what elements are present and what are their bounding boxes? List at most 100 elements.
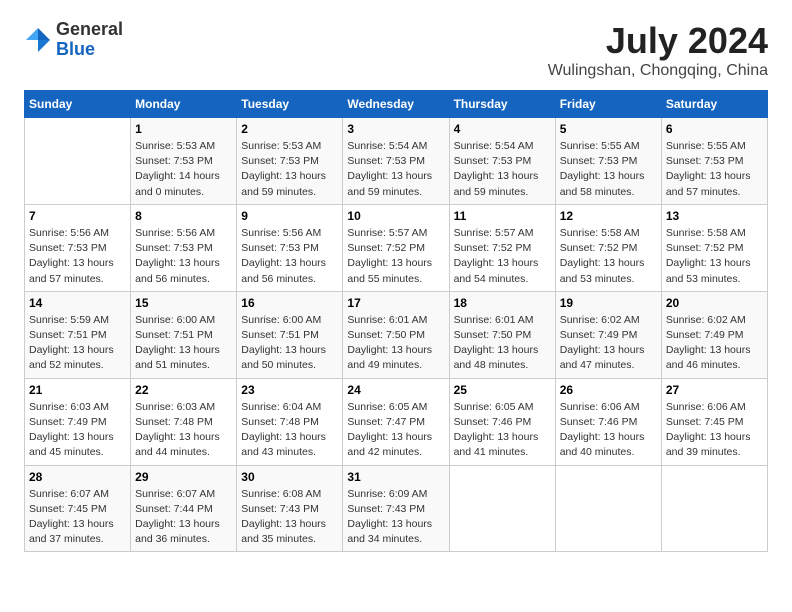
logo: General Blue (24, 20, 123, 60)
day-number: 29 (135, 470, 232, 484)
calendar-cell (25, 118, 131, 205)
day-info: Sunrise: 6:03 AM Sunset: 7:48 PM Dayligh… (135, 400, 232, 461)
calendar-cell: 11 Sunrise: 5:57 AM Sunset: 7:52 PM Dayli… (449, 204, 555, 291)
main-title: July 2024 (548, 20, 768, 62)
title-area: July 2024 Wulingshan, Chongqing, China (548, 20, 768, 80)
calendar-cell: 31Sunrise: 6:09 AM Sunset: 7:43 PM Dayli… (343, 465, 449, 552)
calendar-cell: 24 Sunrise: 6:05 AM Sunset: 7:47 PM Dayli… (343, 378, 449, 465)
day-number: 31 (347, 470, 444, 484)
week-row-4: 21 Sunrise: 6:03 AM Sunset: 7:49 PM Dayli… (25, 378, 768, 465)
day-info: Sunrise: 5:58 AM Sunset: 7:52 PM Dayligh… (666, 226, 763, 287)
day-info: Sunrise: 5:53 AM Sunset: 7:53 PM Dayligh… (241, 139, 338, 200)
day-number: 19 (560, 296, 657, 310)
day-info: Sunrise: 6:07 AM Sunset: 7:44 PM Dayligh… (135, 487, 232, 548)
calendar-table: SundayMondayTuesdayWednesdayThursdayFrid… (24, 90, 768, 552)
day-number: 21 (29, 383, 126, 397)
day-number: 13 (666, 209, 763, 223)
calendar-cell: 8 Sunrise: 5:56 AM Sunset: 7:53 PM Daylig… (131, 204, 237, 291)
header-friday: Friday (555, 91, 661, 118)
day-info: Sunrise: 6:06 AM Sunset: 7:45 PM Dayligh… (666, 400, 763, 461)
day-number: 24 (347, 383, 444, 397)
calendar-cell: 23 Sunrise: 6:04 AM Sunset: 7:48 PM Dayli… (237, 378, 343, 465)
week-row-5: 28 Sunrise: 6:07 AM Sunset: 7:45 PM Dayli… (25, 465, 768, 552)
calendar-cell: 12Sunrise: 5:58 AM Sunset: 7:52 PM Dayli… (555, 204, 661, 291)
calendar-cell (449, 465, 555, 552)
header-monday: Monday (131, 91, 237, 118)
header-tuesday: Tuesday (237, 91, 343, 118)
day-number: 4 (454, 122, 551, 136)
day-number: 11 (454, 209, 551, 223)
calendar-cell: 1 Sunrise: 5:53 AM Sunset: 7:53 PM Daylig… (131, 118, 237, 205)
day-info: Sunrise: 6:01 AM Sunset: 7:50 PM Dayligh… (454, 313, 551, 374)
day-number: 26 (560, 383, 657, 397)
calendar-cell: 28 Sunrise: 6:07 AM Sunset: 7:45 PM Dayli… (25, 465, 131, 552)
calendar-cell: 14 Sunrise: 5:59 AM Sunset: 7:51 PM Dayli… (25, 291, 131, 378)
logo-text: General Blue (56, 20, 123, 60)
calendar-cell: 17Sunrise: 6:01 AM Sunset: 7:50 PM Dayli… (343, 291, 449, 378)
subtitle: Wulingshan, Chongqing, China (548, 62, 768, 80)
day-info: Sunrise: 6:05 AM Sunset: 7:47 PM Dayligh… (347, 400, 444, 461)
calendar-cell: 9 Sunrise: 5:56 AM Sunset: 7:53 PM Daylig… (237, 204, 343, 291)
calendar-cell (661, 465, 767, 552)
day-number: 6 (666, 122, 763, 136)
calendar-cell: 10Sunrise: 5:57 AM Sunset: 7:52 PM Dayli… (343, 204, 449, 291)
page-header: General Blue July 2024 Wulingshan, Chong… (24, 20, 768, 80)
day-number: 25 (454, 383, 551, 397)
day-info: Sunrise: 6:08 AM Sunset: 7:43 PM Dayligh… (241, 487, 338, 548)
day-number: 7 (29, 209, 126, 223)
day-info: Sunrise: 6:07 AM Sunset: 7:45 PM Dayligh… (29, 487, 126, 548)
day-number: 22 (135, 383, 232, 397)
day-number: 2 (241, 122, 338, 136)
calendar-cell: 5 Sunrise: 5:55 AM Sunset: 7:53 PM Daylig… (555, 118, 661, 205)
day-number: 20 (666, 296, 763, 310)
day-number: 5 (560, 122, 657, 136)
day-info: Sunrise: 6:02 AM Sunset: 7:49 PM Dayligh… (666, 313, 763, 374)
day-info: Sunrise: 5:58 AM Sunset: 7:52 PM Dayligh… (560, 226, 657, 287)
day-info: Sunrise: 5:57 AM Sunset: 7:52 PM Dayligh… (454, 226, 551, 287)
header-sunday: Sunday (25, 91, 131, 118)
day-number: 27 (666, 383, 763, 397)
calendar-cell: 30 Sunrise: 6:08 AM Sunset: 7:43 PM Dayli… (237, 465, 343, 552)
day-info: Sunrise: 5:55 AM Sunset: 7:53 PM Dayligh… (560, 139, 657, 200)
day-number: 8 (135, 209, 232, 223)
day-info: Sunrise: 6:00 AM Sunset: 7:51 PM Dayligh… (241, 313, 338, 374)
day-number: 9 (241, 209, 338, 223)
day-number: 14 (29, 296, 126, 310)
calendar-cell: 20 Sunrise: 6:02 AM Sunset: 7:49 PM Dayli… (661, 291, 767, 378)
day-number: 1 (135, 122, 232, 136)
day-info: Sunrise: 5:59 AM Sunset: 7:51 PM Dayligh… (29, 313, 126, 374)
day-info: Sunrise: 5:54 AM Sunset: 7:53 PM Dayligh… (347, 139, 444, 200)
calendar-cell: 13 Sunrise: 5:58 AM Sunset: 7:52 PM Dayli… (661, 204, 767, 291)
day-info: Sunrise: 5:56 AM Sunset: 7:53 PM Dayligh… (135, 226, 232, 287)
day-number: 23 (241, 383, 338, 397)
day-info: Sunrise: 6:06 AM Sunset: 7:46 PM Dayligh… (560, 400, 657, 461)
calendar-cell: 25 Sunrise: 6:05 AM Sunset: 7:46 PM Dayli… (449, 378, 555, 465)
calendar-cell: 27 Sunrise: 6:06 AM Sunset: 7:45 PM Dayli… (661, 378, 767, 465)
calendar-cell: 16 Sunrise: 6:00 AM Sunset: 7:51 PM Dayli… (237, 291, 343, 378)
calendar-cell: 7 Sunrise: 5:56 AM Sunset: 7:53 PM Daylig… (25, 204, 131, 291)
calendar-cell: 15Sunrise: 6:00 AM Sunset: 7:51 PM Dayli… (131, 291, 237, 378)
day-info: Sunrise: 6:01 AM Sunset: 7:50 PM Dayligh… (347, 313, 444, 374)
day-info: Sunrise: 6:05 AM Sunset: 7:46 PM Dayligh… (454, 400, 551, 461)
calendar-cell: 19 Sunrise: 6:02 AM Sunset: 7:49 PM Dayli… (555, 291, 661, 378)
day-number: 3 (347, 122, 444, 136)
day-info: Sunrise: 5:56 AM Sunset: 7:53 PM Dayligh… (241, 226, 338, 287)
day-info: Sunrise: 6:02 AM Sunset: 7:49 PM Dayligh… (560, 313, 657, 374)
week-row-3: 14 Sunrise: 5:59 AM Sunset: 7:51 PM Dayli… (25, 291, 768, 378)
calendar-cell: 21 Sunrise: 6:03 AM Sunset: 7:49 PM Dayli… (25, 378, 131, 465)
calendar-cell: 4Sunrise: 5:54 AM Sunset: 7:53 PM Daylig… (449, 118, 555, 205)
day-info: Sunrise: 5:53 AM Sunset: 7:53 PM Dayligh… (135, 139, 232, 200)
calendar-cell: 6Sunrise: 5:55 AM Sunset: 7:53 PM Daylig… (661, 118, 767, 205)
calendar-cell: 2 Sunrise: 5:53 AM Sunset: 7:53 PM Daylig… (237, 118, 343, 205)
calendar-cell: 18Sunrise: 6:01 AM Sunset: 7:50 PM Dayli… (449, 291, 555, 378)
day-number: 30 (241, 470, 338, 484)
day-info: Sunrise: 6:03 AM Sunset: 7:49 PM Dayligh… (29, 400, 126, 461)
day-number: 16 (241, 296, 338, 310)
calendar-header-row: SundayMondayTuesdayWednesdayThursdayFrid… (25, 91, 768, 118)
calendar-cell: 26 Sunrise: 6:06 AM Sunset: 7:46 PM Dayli… (555, 378, 661, 465)
day-info: Sunrise: 5:56 AM Sunset: 7:53 PM Dayligh… (29, 226, 126, 287)
header-wednesday: Wednesday (343, 91, 449, 118)
day-info: Sunrise: 6:04 AM Sunset: 7:48 PM Dayligh… (241, 400, 338, 461)
day-number: 28 (29, 470, 126, 484)
header-saturday: Saturday (661, 91, 767, 118)
